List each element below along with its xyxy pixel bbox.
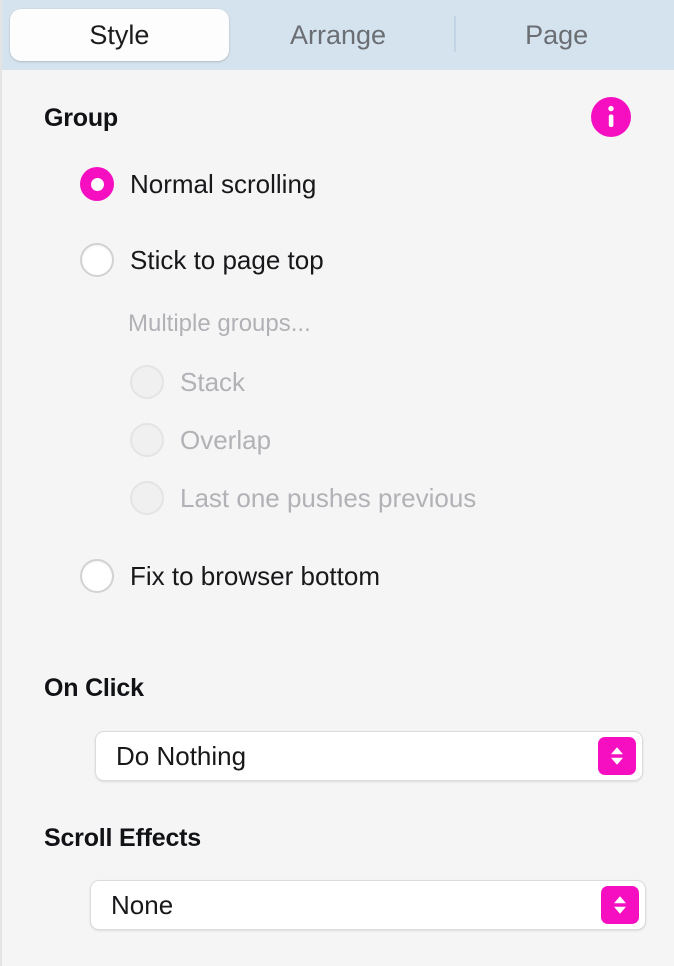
radio-label-fix-to-browser-bottom: Fix to browser bottom xyxy=(130,560,380,591)
tab-style-label: Style xyxy=(89,19,150,50)
on-click-select[interactable]: Do Nothing xyxy=(95,731,643,781)
tab-arrange[interactable]: Arrange xyxy=(229,9,448,61)
up-down-chevron-icon[interactable] xyxy=(601,886,639,924)
radio-label-stick-to-page-top: Stick to page top xyxy=(130,244,324,275)
radio-row-stack: Stack xyxy=(130,365,245,399)
radio-stick-to-page-top[interactable] xyxy=(80,243,114,277)
radio-label-stack: Stack xyxy=(180,366,246,397)
scroll-effects-select[interactable]: None xyxy=(90,880,646,930)
radio-label-normal-scrolling: Normal scrolling xyxy=(130,168,317,199)
radio-overlap xyxy=(130,423,164,457)
on-click-section-heading: On Click xyxy=(44,674,144,702)
radio-last-one-pushes-previous xyxy=(130,481,164,515)
scroll-effects-select-value: None xyxy=(111,889,174,920)
radio-stack xyxy=(130,365,164,399)
tab-bar: Style Arrange Page xyxy=(2,0,674,70)
info-circle-icon[interactable] xyxy=(591,97,631,137)
scroll-effects-section-heading: Scroll Effects xyxy=(44,824,201,852)
tab-page-label: Page xyxy=(525,19,589,50)
radio-fix-to-browser-bottom[interactable] xyxy=(80,559,114,593)
tab-style[interactable]: Style xyxy=(10,9,229,61)
multiple-groups-note: Multiple groups... xyxy=(128,310,311,337)
radio-label-overlap: Overlap xyxy=(180,424,272,455)
radio-row-stick-to-page-top[interactable]: Stick to page top xyxy=(80,243,324,277)
tab-arrange-label: Arrange xyxy=(289,19,387,50)
radio-normal-scrolling[interactable] xyxy=(80,167,114,201)
radio-label-last-one-pushes-previous: Last one pushes previous xyxy=(180,482,477,513)
inspector-panel: Style Arrange Page Group Normal scrollin… xyxy=(0,0,674,966)
group-section-heading: Group xyxy=(44,104,118,132)
panel-content: Group Normal scrolling Stick to page top… xyxy=(2,70,674,966)
radio-row-overlap: Overlap xyxy=(130,423,271,457)
up-down-chevron-icon[interactable] xyxy=(598,737,636,775)
tab-page[interactable]: Page xyxy=(447,9,666,61)
radio-row-normal-scrolling[interactable]: Normal scrolling xyxy=(80,167,316,201)
radio-row-last-one-pushes-previous: Last one pushes previous xyxy=(130,481,476,515)
radio-row-fix-to-browser-bottom[interactable]: Fix to browser bottom xyxy=(80,559,380,593)
on-click-select-value: Do Nothing xyxy=(116,740,247,771)
